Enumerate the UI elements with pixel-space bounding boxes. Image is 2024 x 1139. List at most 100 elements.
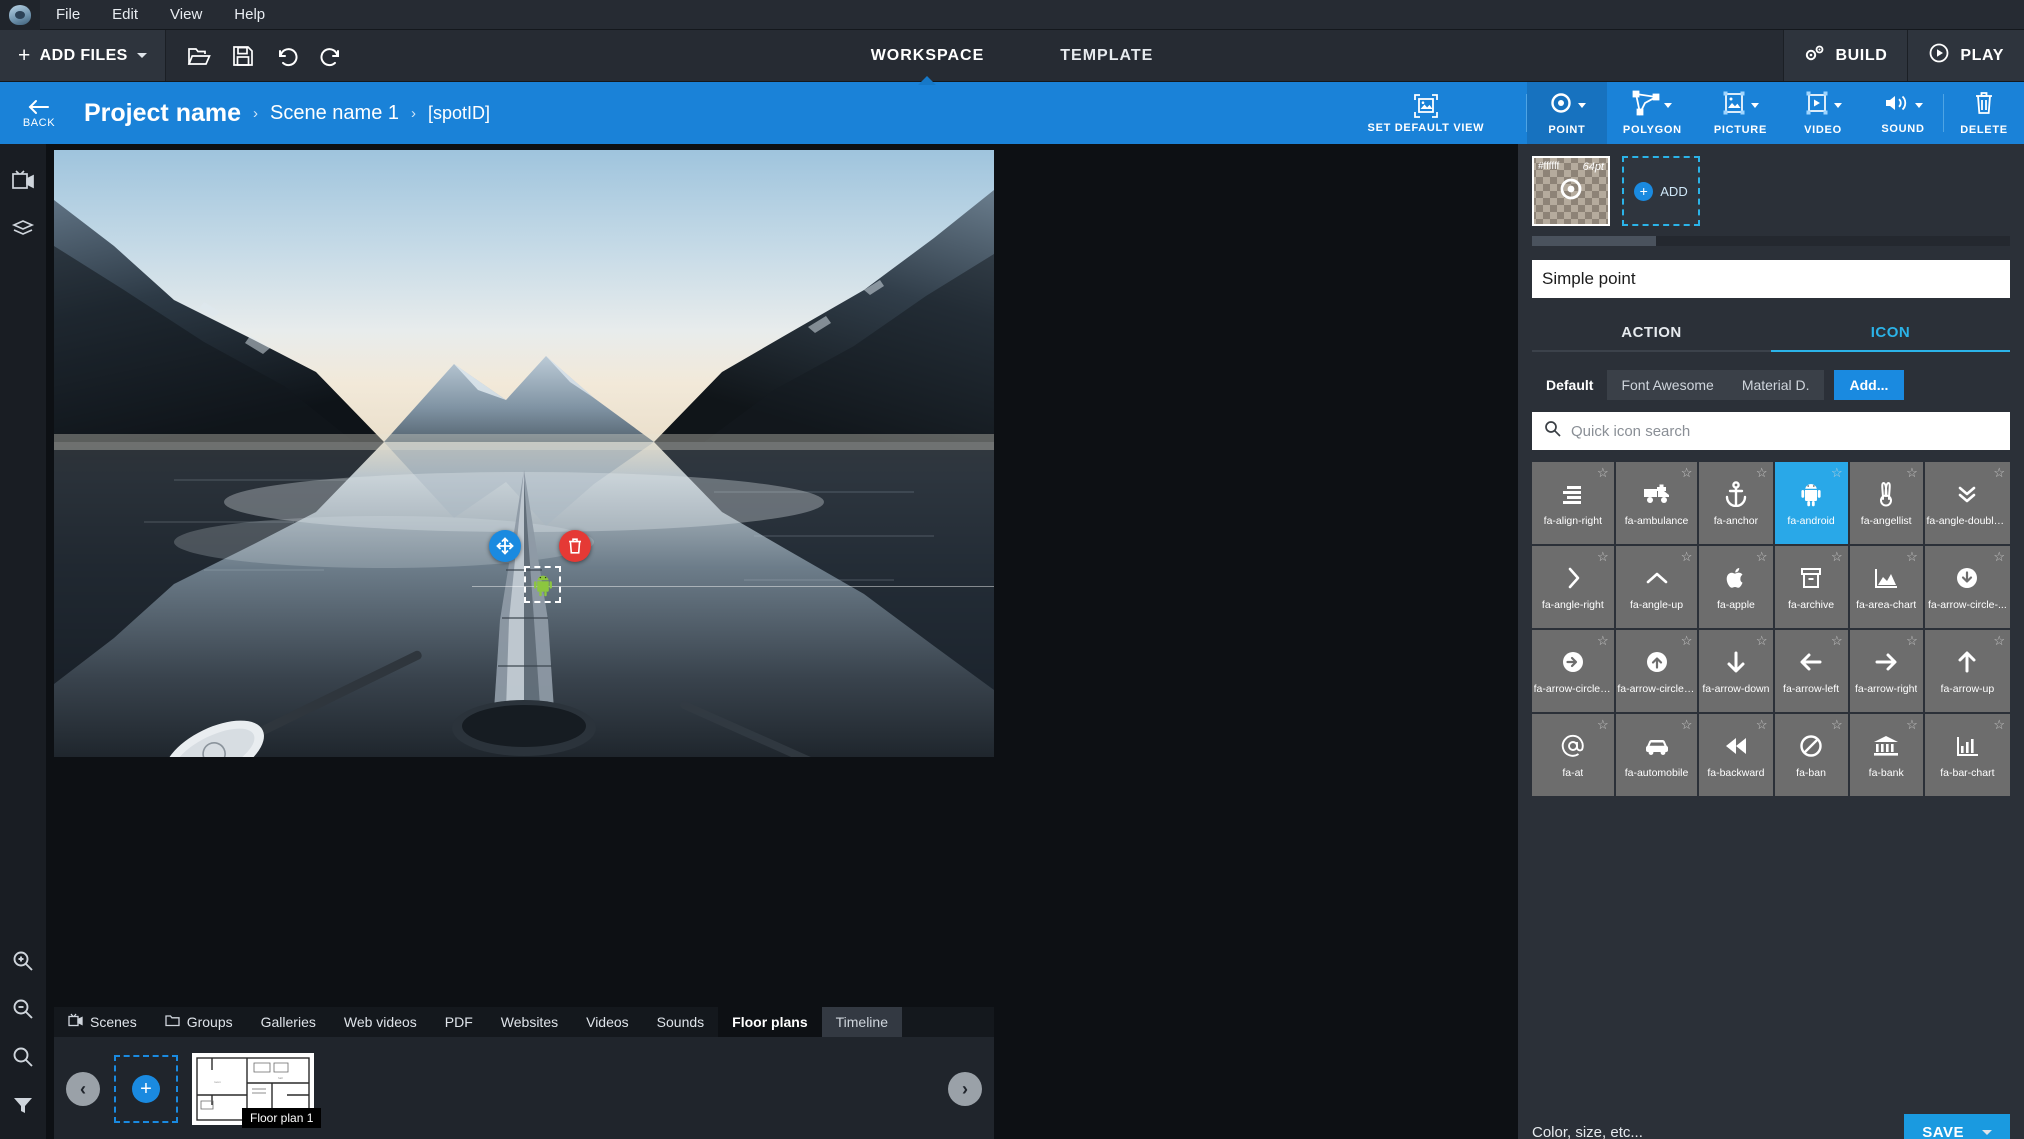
add-floorplan-button[interactable]: + [114, 1055, 178, 1123]
delete-handle[interactable] [559, 530, 591, 562]
tab-action[interactable]: ACTION [1532, 314, 1771, 350]
open-folder-button[interactable] [180, 37, 218, 75]
zoom-in-icon[interactable] [0, 937, 46, 985]
favorite-star-icon[interactable]: ☆ [1597, 465, 1609, 481]
hotspot-name-input[interactable]: Simple point [1532, 260, 2010, 298]
favorite-star-icon[interactable]: ☆ [1906, 549, 1918, 565]
favorite-star-icon[interactable]: ☆ [1993, 717, 2005, 733]
scenes-panel-icon[interactable] [0, 156, 46, 204]
tab-workspace[interactable]: WORKSPACE [861, 41, 995, 71]
favorite-star-icon[interactable]: ☆ [1681, 465, 1693, 481]
scrollbar-thumb[interactable] [1532, 236, 1657, 246]
chevron-down-icon[interactable] [1577, 103, 1586, 108]
undo-button[interactable] [268, 37, 306, 75]
filter-icon[interactable] [0, 1081, 46, 1129]
favorite-star-icon[interactable]: ☆ [1906, 717, 1918, 733]
tab-galleries[interactable]: Galleries [247, 1007, 330, 1037]
menu-file[interactable]: File [40, 0, 96, 30]
canvas-area[interactable]: Scenes Groups Galleries Web videos PDF W… [46, 144, 1512, 1139]
icon-cell-fa-ambulance[interactable]: ☆ fa-ambulance [1615, 462, 1698, 544]
tab-floor-plans[interactable]: Floor plans [718, 1007, 822, 1037]
favorite-star-icon[interactable]: ☆ [1831, 633, 1843, 649]
tab-videos[interactable]: Videos [572, 1007, 643, 1037]
favorite-star-icon[interactable]: ☆ [1831, 717, 1843, 733]
favorite-star-icon[interactable]: ☆ [1993, 465, 2005, 481]
favorite-star-icon[interactable]: ☆ [1597, 717, 1609, 733]
icon-cell-fa-arrow-right[interactable]: ☆ fa-arrow-right [1849, 630, 1923, 712]
variant-scrollbar[interactable] [1532, 236, 2010, 246]
icon-cell-fa-apple[interactable]: ☆ fa-apple [1699, 546, 1773, 628]
favorite-star-icon[interactable]: ☆ [1597, 549, 1609, 565]
build-button[interactable]: BUILD [1782, 30, 1908, 81]
icon-cell-fa-area-chart[interactable]: ☆ fa-area-chart [1849, 546, 1923, 628]
icon-cell-fa-angle-double-...[interactable]: ☆ fa-angle-double-... [1924, 462, 2010, 544]
icon-cell-fa-arrow-circle-...[interactable]: ☆ fa-arrow-circle-... [1924, 546, 2010, 628]
tool-picture[interactable]: PICTURE [1698, 82, 1783, 144]
icon-variant-swatch[interactable]: #ffffff 64pt [1532, 156, 1610, 226]
icon-cell-fa-ban[interactable]: ☆ fa-ban [1774, 714, 1848, 796]
icon-cell-fa-angellist[interactable]: ☆ fa-angellist [1849, 462, 1923, 544]
add-source-button[interactable]: Add... [1833, 370, 1905, 400]
zoom-reset-icon[interactable] [0, 1033, 46, 1081]
panorama-viewport[interactable] [54, 150, 994, 757]
breadcrumb-project[interactable]: Project name [84, 99, 241, 128]
icon-cell-fa-bar-chart[interactable]: ☆ fa-bar-chart [1924, 714, 2010, 796]
icon-cell-fa-arrow-left[interactable]: ☆ fa-arrow-left [1774, 630, 1848, 712]
icon-cell-fa-automobile[interactable]: ☆ fa-automobile [1615, 714, 1698, 796]
breadcrumb-scene[interactable]: Scene name 1 [270, 102, 399, 125]
menu-view[interactable]: View [154, 0, 218, 30]
menu-edit[interactable]: Edit [96, 0, 154, 30]
favorite-star-icon[interactable]: ☆ [1831, 549, 1843, 565]
color-size-link[interactable]: Color, size, etc... [1532, 1124, 1643, 1139]
add-files-button[interactable]: + ADD FILES [0, 30, 166, 81]
favorite-star-icon[interactable]: ☆ [1756, 465, 1768, 481]
icon-cell-fa-align-right[interactable]: ☆ fa-align-right [1532, 462, 1614, 544]
tab-timeline[interactable]: Timeline [821, 1007, 902, 1037]
source-material-design[interactable]: Material D. [1727, 370, 1824, 400]
tab-websites[interactable]: Websites [487, 1007, 572, 1037]
layers-panel-icon[interactable] [0, 204, 46, 252]
icon-search-bar[interactable]: Quick icon search [1532, 412, 2010, 450]
tab-groups[interactable]: Groups [151, 1007, 247, 1037]
favorite-star-icon[interactable]: ☆ [1756, 717, 1768, 733]
chevron-down-icon[interactable] [1751, 103, 1760, 108]
tab-sounds[interactable]: Sounds [643, 1007, 718, 1037]
favorite-star-icon[interactable]: ☆ [1681, 717, 1693, 733]
icon-cell-fa-arrow-up[interactable]: ☆ fa-arrow-up [1924, 630, 2010, 712]
favorite-star-icon[interactable]: ☆ [1756, 633, 1768, 649]
icon-cell-fa-arrow-down[interactable]: ☆ fa-arrow-down [1699, 630, 1773, 712]
set-default-view-button[interactable]: SET DEFAULT VIEW [1326, 82, 1526, 144]
favorite-star-icon[interactable]: ☆ [1681, 549, 1693, 565]
tab-pdf[interactable]: PDF [431, 1007, 487, 1037]
icon-cell-fa-angle-right[interactable]: ☆ fa-angle-right [1532, 546, 1614, 628]
filmstrip-prev-button[interactable]: ‹ [66, 1072, 100, 1106]
tab-scenes[interactable]: Scenes [54, 1007, 151, 1037]
favorite-star-icon[interactable]: ☆ [1993, 633, 2005, 649]
save-disk-button[interactable] [224, 37, 262, 75]
favorite-star-icon[interactable]: ☆ [1756, 549, 1768, 565]
tab-template[interactable]: TEMPLATE [1050, 41, 1163, 71]
icon-cell-fa-bank[interactable]: ☆ fa-bank [1849, 714, 1923, 796]
chevron-down-icon[interactable] [1982, 1130, 1992, 1135]
selected-hotspot[interactable] [524, 566, 561, 603]
source-font-awesome[interactable]: Font Awesome [1607, 370, 1728, 400]
icon-cell-fa-android[interactable]: ☆ fa-android [1774, 462, 1848, 544]
icon-cell-fa-arrow-circle-up[interactable]: ☆ fa-arrow-circle-up [1615, 630, 1698, 712]
tool-sound[interactable]: SOUND [1863, 82, 1943, 144]
add-variant-button[interactable]: + ADD [1622, 156, 1700, 226]
chevron-down-icon[interactable] [1915, 103, 1923, 108]
favorite-star-icon[interactable]: ☆ [1993, 549, 2005, 565]
source-default[interactable]: Default [1532, 370, 1607, 400]
icon-cell-fa-archive[interactable]: ☆ fa-archive [1774, 546, 1848, 628]
favorite-star-icon[interactable]: ☆ [1906, 465, 1918, 481]
favorite-star-icon[interactable]: ☆ [1681, 633, 1693, 649]
chevron-down-icon[interactable] [1834, 103, 1842, 108]
chevron-down-icon[interactable] [1664, 103, 1673, 108]
move-handle[interactable] [489, 530, 521, 562]
icon-cell-fa-angle-up[interactable]: ☆ fa-angle-up [1615, 546, 1698, 628]
save-button[interactable]: SAVE [1904, 1114, 2010, 1139]
tool-delete[interactable]: DELETE [1944, 82, 2024, 144]
play-button[interactable]: PLAY [1907, 30, 2024, 81]
redo-button[interactable] [312, 37, 350, 75]
tool-point[interactable]: POINT [1526, 82, 1607, 144]
